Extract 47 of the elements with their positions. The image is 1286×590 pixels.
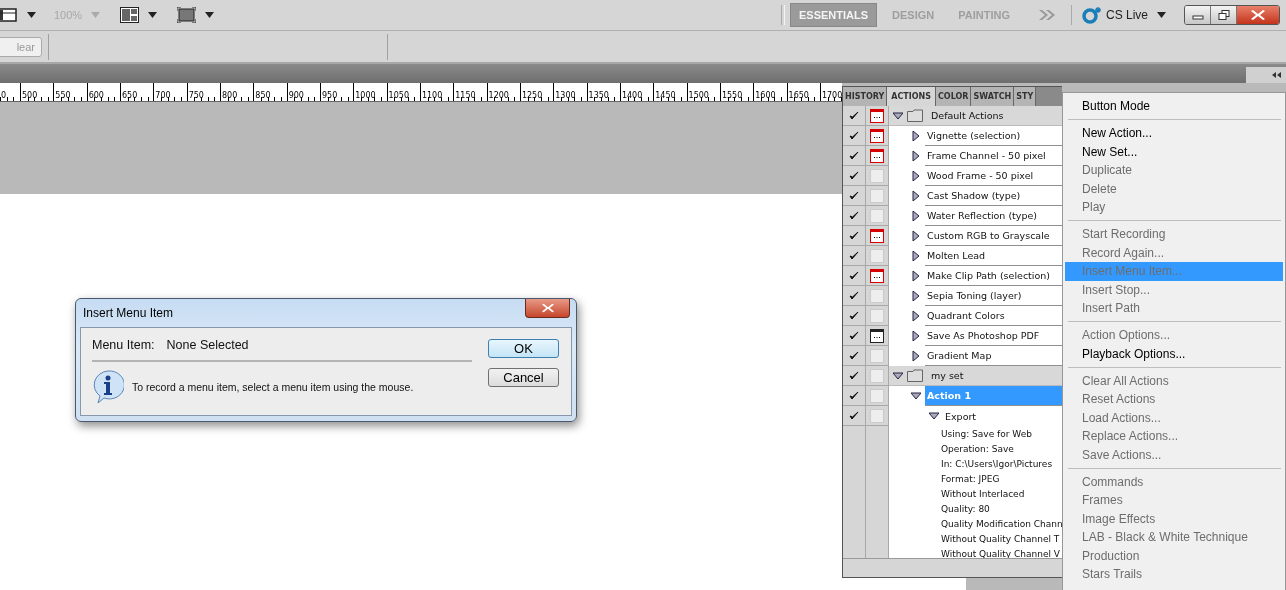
- setting-text: Quality: 80: [940, 502, 991, 516]
- set-name[interactable]: my set: [929, 366, 1062, 385]
- menu-item[interactable]: New Set...: [1065, 142, 1283, 162]
- dialog-message: To record a menu item, select a menu item using the mouse.: [132, 381, 414, 393]
- ruler-label: 500: [21, 91, 38, 100]
- ruler-label: 1700: [820, 91, 842, 100]
- panel-tab[interactable]: ACTIONS: [887, 87, 936, 106]
- field-value: None Selected: [166, 338, 249, 352]
- set-name[interactable]: Default Actions: [929, 106, 1062, 125]
- ruler-label: 850: [254, 91, 271, 100]
- setting-text: Using: Save for Web: [940, 427, 1033, 441]
- menu-item[interactable]: Playback Options...: [1065, 344, 1283, 364]
- ruler-label: 0: [0, 91, 7, 100]
- ruler-label: 1550: [720, 91, 743, 100]
- ruler-label: 1600: [754, 91, 776, 100]
- menu-item[interactable]: New Action...: [1065, 124, 1283, 143]
- ruler-label: 900: [287, 91, 304, 100]
- setting-text: In: C:\Users\Igor\Pictures: [940, 457, 1054, 471]
- dialog-button[interactable]: Cancel: [488, 368, 559, 387]
- ruler-label: 1350: [587, 91, 609, 100]
- ruler-label: 1250: [520, 91, 543, 100]
- panel-tab[interactable]: STY: [1014, 87, 1037, 106]
- ruler-label: 1100: [420, 91, 443, 100]
- setting-text: Operation: Save: [940, 442, 1015, 456]
- ruler-label: 1500: [687, 91, 709, 100]
- setting-text: Without Interlaced: [940, 487, 1026, 501]
- panel-tab[interactable]: HISTORY: [843, 87, 888, 106]
- panel-tab[interactable]: COLOR: [936, 87, 972, 106]
- ruler-label: 1300: [554, 91, 576, 100]
- cs-live-menu[interactable]: CS Live: [1105, 8, 1148, 22]
- ruler-label: 1050: [387, 91, 409, 100]
- ruler-label: 1000: [354, 91, 376, 100]
- setting-text: Format: JPEG: [940, 472, 1001, 486]
- menu-item[interactable]: Button Mode: [1065, 97, 1283, 116]
- ruler-label: 1450: [654, 91, 676, 100]
- setting-text: Without Quality Channel V: [940, 547, 1062, 558]
- setting-text: Without Quality Channel T: [940, 532, 1061, 546]
- dialog-title: Insert Menu Item: [83, 306, 174, 320]
- ruler-label: 1200: [487, 91, 509, 100]
- ruler-label: 600: [87, 91, 104, 100]
- ruler-label: 700: [154, 91, 171, 100]
- setting-text: Quality Modification Chann: [940, 517, 1062, 531]
- panel-tab[interactable]: SWATCH: [971, 87, 1015, 106]
- dialog-button[interactable]: OK: [488, 339, 559, 358]
- ruler-label: 1650: [787, 91, 809, 100]
- ruler-label: 1400: [620, 91, 643, 100]
- field-label: Menu Item:: [92, 338, 155, 352]
